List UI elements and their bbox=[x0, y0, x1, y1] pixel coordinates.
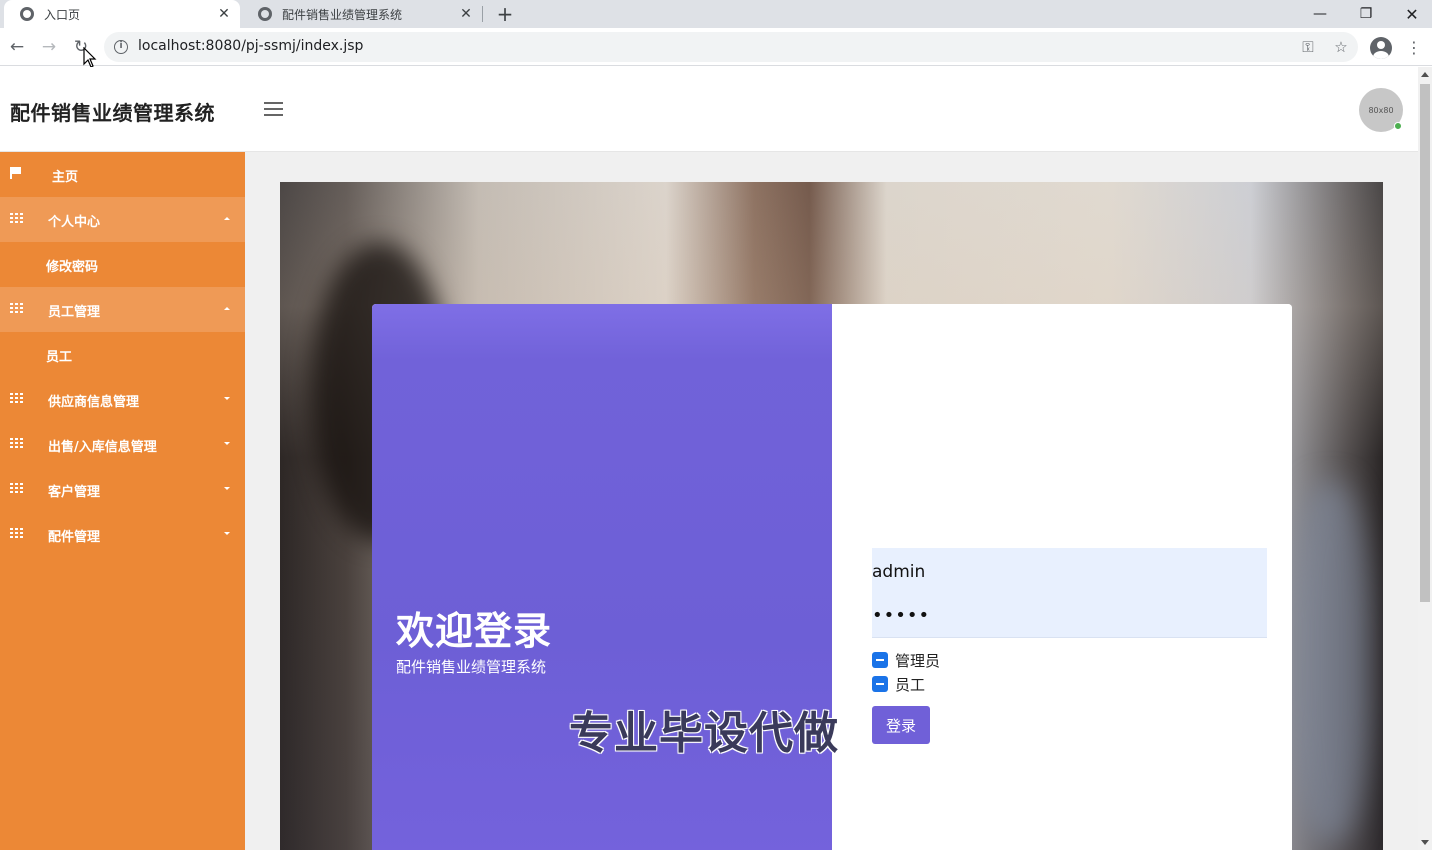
back-button[interactable]: ← bbox=[5, 35, 29, 59]
sidebar-item-customer-management[interactable]: 客户管理 bbox=[0, 467, 245, 512]
grid-icon bbox=[10, 303, 23, 313]
welcome-title: 欢迎登录 bbox=[396, 609, 553, 653]
profile-icon[interactable] bbox=[1370, 37, 1392, 59]
browser-toolbar: ← → ↻ i localhost:8080/pj-ssmj/index.jsp… bbox=[0, 28, 1432, 66]
sidebar-item-sales-stock-management[interactable]: 出售/入库信息管理 bbox=[0, 422, 245, 467]
info-icon[interactable]: i bbox=[114, 40, 128, 54]
sidebar-item-label: 配件管理 bbox=[48, 530, 101, 545]
restore-button[interactable]: ❐ bbox=[1343, 0, 1389, 28]
scroll-up-icon[interactable] bbox=[1421, 72, 1429, 77]
flag-icon bbox=[10, 167, 22, 179]
sidebar-item-personal-center[interactable]: 个人中心 bbox=[0, 197, 245, 242]
hamburger-menu-icon[interactable] bbox=[264, 102, 283, 117]
grid-icon bbox=[10, 213, 23, 223]
caret-down-icon bbox=[224, 397, 230, 400]
minimize-button[interactable]: — bbox=[1297, 0, 1343, 28]
sidebar-item-label: 员工管理 bbox=[48, 305, 101, 320]
scroll-down-icon[interactable] bbox=[1421, 840, 1429, 845]
scroll-thumb[interactable] bbox=[1420, 84, 1430, 602]
online-status-dot bbox=[1394, 122, 1402, 130]
key-icon[interactable]: ⚿ bbox=[1298, 37, 1318, 57]
globe-icon bbox=[258, 7, 272, 21]
login-button[interactable]: 登录 bbox=[872, 706, 930, 744]
new-tab-button[interactable]: + bbox=[494, 3, 516, 25]
grid-icon bbox=[10, 528, 23, 538]
star-icon[interactable]: ☆ bbox=[1331, 37, 1351, 57]
sidebar-item-label: 员工 bbox=[46, 350, 73, 365]
sidebar-subitem-employee[interactable]: 员工 bbox=[0, 332, 245, 377]
sidebar-item-parts-management[interactable]: 配件管理 bbox=[0, 512, 245, 557]
app-brand: 配件销售业绩管理系统 bbox=[10, 101, 215, 125]
checkbox-icon[interactable] bbox=[872, 676, 888, 692]
role-option-admin[interactable]: 管理员 bbox=[872, 651, 941, 670]
close-icon[interactable]: ✕ bbox=[456, 4, 476, 24]
globe-icon bbox=[20, 7, 34, 21]
page-scrollbar[interactable] bbox=[1418, 67, 1432, 850]
login-card: 欢迎登录 配件销售业绩管理系统 ••••• 管理员 员工 登录 bbox=[372, 304, 1292, 850]
tab-divider bbox=[482, 6, 483, 22]
username-input[interactable] bbox=[872, 550, 1267, 594]
password-input[interactable]: ••••• bbox=[872, 594, 1267, 638]
sidebar: 主页 个人中心 修改密码 员工管理 员工 供应商信息管理 出售/入库信息管理 客… bbox=[0, 152, 245, 850]
watermark-text: 专业毕设代做 bbox=[569, 708, 839, 759]
page-viewport: 配件销售业绩管理系统 80x80 主页 个人中心 修改密码 员工管理 员工 供应… bbox=[0, 67, 1418, 850]
sidebar-item-label: 主页 bbox=[52, 170, 79, 185]
browser-tabbar: 入口页 ✕ 配件销售业绩管理系统 ✕ + — ❐ ✕ bbox=[0, 0, 1432, 28]
address-bar[interactable]: i localhost:8080/pj-ssmj/index.jsp ⚿ ☆ bbox=[104, 32, 1358, 62]
sidebar-item-supplier-management[interactable]: 供应商信息管理 bbox=[0, 377, 245, 422]
login-form-panel: ••••• 管理员 员工 登录 bbox=[832, 304, 1292, 850]
caret-down-icon bbox=[224, 442, 230, 445]
role-label: 员工 bbox=[895, 675, 926, 694]
tab-title: 配件销售业绩管理系统 bbox=[282, 7, 403, 22]
window-close-button[interactable]: ✕ bbox=[1389, 0, 1432, 28]
app-header: 配件销售业绩管理系统 80x80 bbox=[0, 67, 1418, 152]
sidebar-item-label: 修改密码 bbox=[46, 260, 99, 275]
sidebar-item-label: 供应商信息管理 bbox=[48, 395, 140, 410]
sidebar-item-label: 客户管理 bbox=[48, 485, 101, 500]
tab-title: 入口页 bbox=[44, 7, 81, 22]
close-icon[interactable]: ✕ bbox=[214, 4, 234, 24]
mouse-cursor-icon bbox=[83, 47, 97, 68]
sidebar-item-label: 出售/入库信息管理 bbox=[48, 440, 157, 455]
grid-icon bbox=[10, 438, 23, 448]
sidebar-subitem-change-password[interactable]: 修改密码 bbox=[0, 242, 245, 287]
sidebar-item-employee-management[interactable]: 员工管理 bbox=[0, 287, 245, 332]
sidebar-item-label: 个人中心 bbox=[48, 215, 101, 230]
grid-icon bbox=[10, 483, 23, 493]
grid-icon bbox=[10, 393, 23, 403]
caret-down-icon bbox=[224, 532, 230, 535]
browser-tab-2[interactable]: 配件销售业绩管理系统 ✕ bbox=[242, 0, 482, 28]
caret-down-icon bbox=[224, 487, 230, 490]
caret-up-icon bbox=[224, 217, 230, 220]
login-inputs: ••••• bbox=[872, 548, 1267, 638]
checkbox-icon[interactable] bbox=[872, 652, 888, 668]
login-welcome-panel: 欢迎登录 配件销售业绩管理系统 bbox=[372, 304, 832, 850]
caret-up-icon bbox=[224, 307, 230, 310]
role-option-employee[interactable]: 员工 bbox=[872, 675, 926, 694]
role-label: 管理员 bbox=[895, 651, 941, 670]
more-menu-icon[interactable]: ⋮ bbox=[1406, 37, 1422, 59]
forward-button[interactable]: → bbox=[37, 35, 61, 59]
browser-tab-1[interactable]: 入口页 ✕ bbox=[4, 0, 240, 28]
url-text[interactable]: localhost:8080/pj-ssmj/index.jsp bbox=[138, 38, 363, 54]
welcome-subtitle: 配件销售业绩管理系统 bbox=[396, 658, 547, 676]
sidebar-item-home[interactable]: 主页 bbox=[0, 152, 245, 197]
